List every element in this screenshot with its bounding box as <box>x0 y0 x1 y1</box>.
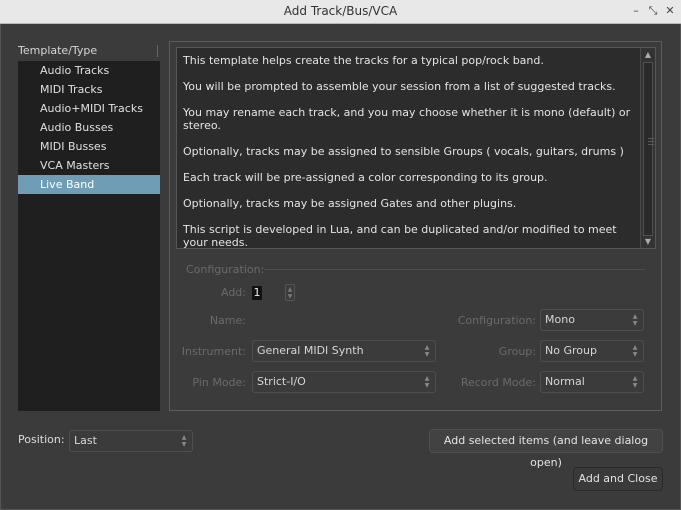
window-title: Add Track/Bus/VCA <box>283 4 398 18</box>
template-type-header-label: Template/Type <box>18 44 98 57</box>
pin-mode-label: Pin Mode: <box>192 376 246 389</box>
position-value: Last <box>74 434 97 447</box>
add-label: Add: <box>220 286 246 299</box>
add-count-stepper[interactable]: ▲ ▼ <box>285 284 295 301</box>
updown-arrows-icon: ▲ ▼ <box>632 313 638 327</box>
scroll-up-icon[interactable]: ▲ <box>641 49 655 61</box>
add-selected-button[interactable]: Add selected items (and leave dialog ope… <box>429 429 663 469</box>
description-scrollbar[interactable]: ▲ ▼ <box>640 48 655 248</box>
template-item-label: MIDI Tracks <box>40 83 103 96</box>
minimize-icon[interactable]: – <box>629 3 643 19</box>
configuration-label: Configuration: <box>457 314 536 327</box>
description-paragraph: You will be prompted to assemble your se… <box>183 80 616 93</box>
add-and-close-button[interactable]: Add and Close <box>573 467 663 491</box>
instrument-value: General MIDI Synth <box>257 344 364 357</box>
description-paragraph: This script is developed in Lua, and can… <box>183 223 617 249</box>
position-select[interactable]: Last ▲ ▼ <box>69 430 193 452</box>
group-value: No Group <box>545 344 597 357</box>
template-description[interactable]: This template helps create the tracks fo… <box>176 47 656 249</box>
scroll-down-icon[interactable]: ▼ <box>641 236 655 248</box>
template-item-audio-tracks[interactable]: Audio Tracks <box>18 61 160 80</box>
description-text: This template helps create the tracks fo… <box>183 54 635 249</box>
template-item-live-band[interactable]: Live Band <box>18 175 160 194</box>
configuration-value: Mono <box>545 313 575 326</box>
pin-mode-select[interactable]: Strict-I/O ▲ ▼ <box>252 371 436 393</box>
configuration-select[interactable]: Mono ▲ ▼ <box>540 309 644 331</box>
record-mode-value: Normal <box>545 375 585 388</box>
description-paragraph: Each track will be pre-assigned a color … <box>183 171 548 184</box>
template-item-label: Audio Tracks <box>40 64 110 77</box>
template-item-label: VCA Masters <box>40 159 110 172</box>
stepper-down-icon[interactable]: ▼ <box>286 293 294 300</box>
configuration-legend: Configuration: <box>186 263 265 276</box>
updown-arrows-icon: ▲ ▼ <box>424 375 430 389</box>
group-label: Group: <box>498 345 536 358</box>
title-bar: Add Track/Bus/VCA – ⤡ ✕ <box>0 0 681 24</box>
instrument-select[interactable]: General MIDI Synth ▲ ▼ <box>252 340 436 362</box>
name-label: Name: <box>209 314 246 327</box>
grip-line <box>648 144 654 145</box>
updown-arrows-icon: ▲ ▼ <box>632 344 638 358</box>
group-select[interactable]: No Group ▲ ▼ <box>540 340 644 362</box>
record-mode-label: Record Mode: <box>460 376 536 389</box>
description-paragraph: Optionally, tracks may be assigned Gates… <box>183 197 517 210</box>
template-type-header[interactable]: Template/Type <box>18 44 160 60</box>
record-mode-select[interactable]: Normal ▲ ▼ <box>540 371 644 393</box>
add-count-input[interactable]: 1 <box>252 286 262 300</box>
stepper-up-icon[interactable]: ▲ <box>286 286 294 293</box>
template-item-label: Audio Busses <box>40 121 114 134</box>
template-item-label: Live Band <box>40 178 95 191</box>
template-item-midi-tracks[interactable]: MIDI Tracks <box>18 80 160 99</box>
updown-arrows-icon: ▲ ▼ <box>424 344 430 358</box>
description-paragraph: Optionally, tracks may be assigned to se… <box>183 145 624 158</box>
template-item-vca-masters[interactable]: VCA Masters <box>18 156 160 175</box>
pin-mode-value: Strict-I/O <box>257 375 306 388</box>
grip-line <box>648 141 654 142</box>
updown-arrows-icon: ▲ ▼ <box>181 434 187 448</box>
template-item-midi-busses[interactable]: MIDI Busses <box>18 137 160 156</box>
template-item-label: MIDI Busses <box>40 140 107 153</box>
configuration-divider <box>264 269 645 270</box>
template-item-audio-busses[interactable]: Audio Busses <box>18 118 160 137</box>
updown-arrows-icon: ▲ ▼ <box>632 375 638 389</box>
scrollbar-thumb[interactable] <box>643 62 654 236</box>
template-type-list[interactable]: Audio Tracks MIDI Tracks Audio+MIDI Trac… <box>18 61 160 411</box>
position-label: Position: <box>18 433 65 446</box>
description-paragraph: You may rename each track, and you may c… <box>183 106 631 132</box>
template-item-label: Audio+MIDI Tracks <box>40 102 143 115</box>
description-paragraph: This template helps create the tracks fo… <box>183 54 544 67</box>
instrument-label: Instrument: <box>181 345 246 358</box>
template-item-audio-midi-tracks[interactable]: Audio+MIDI Tracks <box>18 99 160 118</box>
close-icon[interactable]: ✕ <box>663 3 677 19</box>
column-separator <box>157 45 158 57</box>
grip-line <box>648 138 654 139</box>
restore-icon[interactable]: ⤡ <box>646 3 660 19</box>
